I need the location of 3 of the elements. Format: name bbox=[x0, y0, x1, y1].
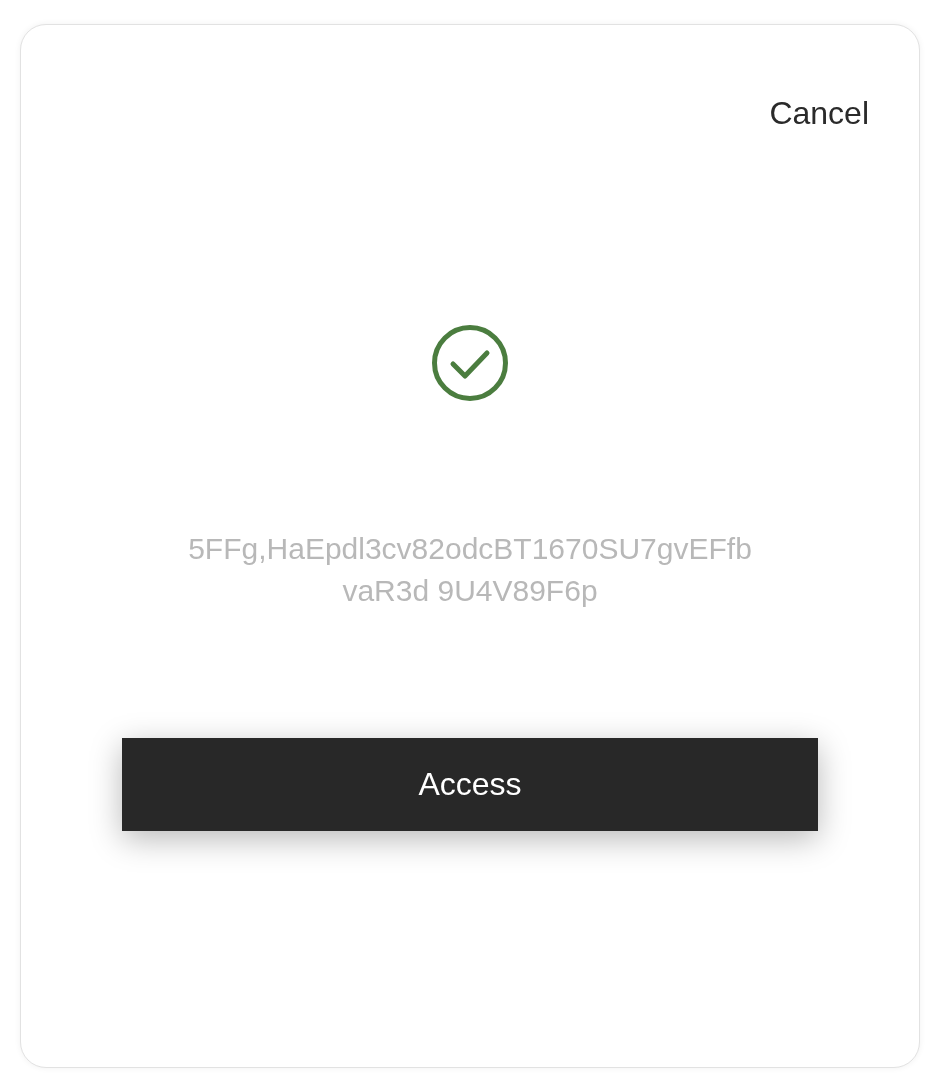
cancel-button[interactable]: Cancel bbox=[769, 95, 869, 132]
token-text: 5FFg,HaEpdl3cv82odcBT1670SU7gvEFfb vaR3d 9U4V89F6p bbox=[187, 531, 753, 609]
access-button[interactable]: Access bbox=[122, 738, 818, 831]
